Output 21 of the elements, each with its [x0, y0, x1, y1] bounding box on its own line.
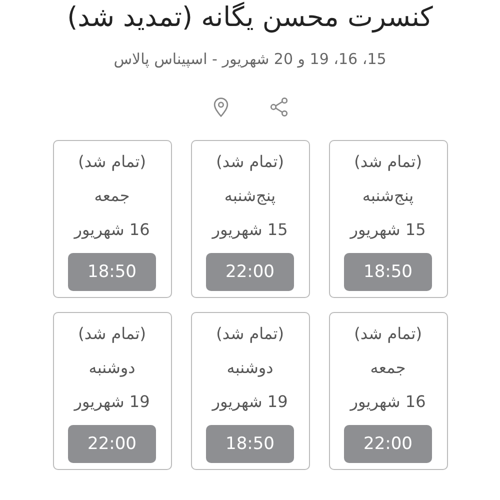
status-label: (تمام شد)	[78, 323, 146, 345]
date-label: 16 شهریور	[74, 219, 150, 241]
status-label: (تمام شد)	[78, 151, 146, 173]
share-icon[interactable]	[268, 96, 290, 118]
status-label: (تمام شد)	[354, 151, 422, 173]
status-label: (تمام شد)	[216, 323, 284, 345]
day-label: دوشنبه	[88, 357, 136, 379]
event-subtitle: 15، 16، 19 و 20 شهریور - اسپیناس پالاس	[114, 50, 386, 68]
status-label: (تمام شد)	[216, 151, 284, 173]
event-title: کنسرت محسن یگانه (تمدید شد)	[67, 0, 433, 35]
date-label: 19 شهریور	[212, 391, 288, 413]
day-label: جمعه	[94, 185, 130, 207]
day-label: پنج‌شنبه	[362, 185, 414, 207]
date-label: 16 شهریور	[350, 391, 426, 413]
date-label: 15 شهریور	[350, 219, 426, 241]
date-label: 19 شهریور	[74, 391, 150, 413]
day-label: جمعه	[370, 357, 406, 379]
status-label: (تمام شد)	[354, 323, 422, 345]
day-label: پنج‌شنبه	[224, 185, 276, 207]
date-label: 15 شهریور	[212, 219, 288, 241]
day-label: دوشنبه	[226, 357, 274, 379]
